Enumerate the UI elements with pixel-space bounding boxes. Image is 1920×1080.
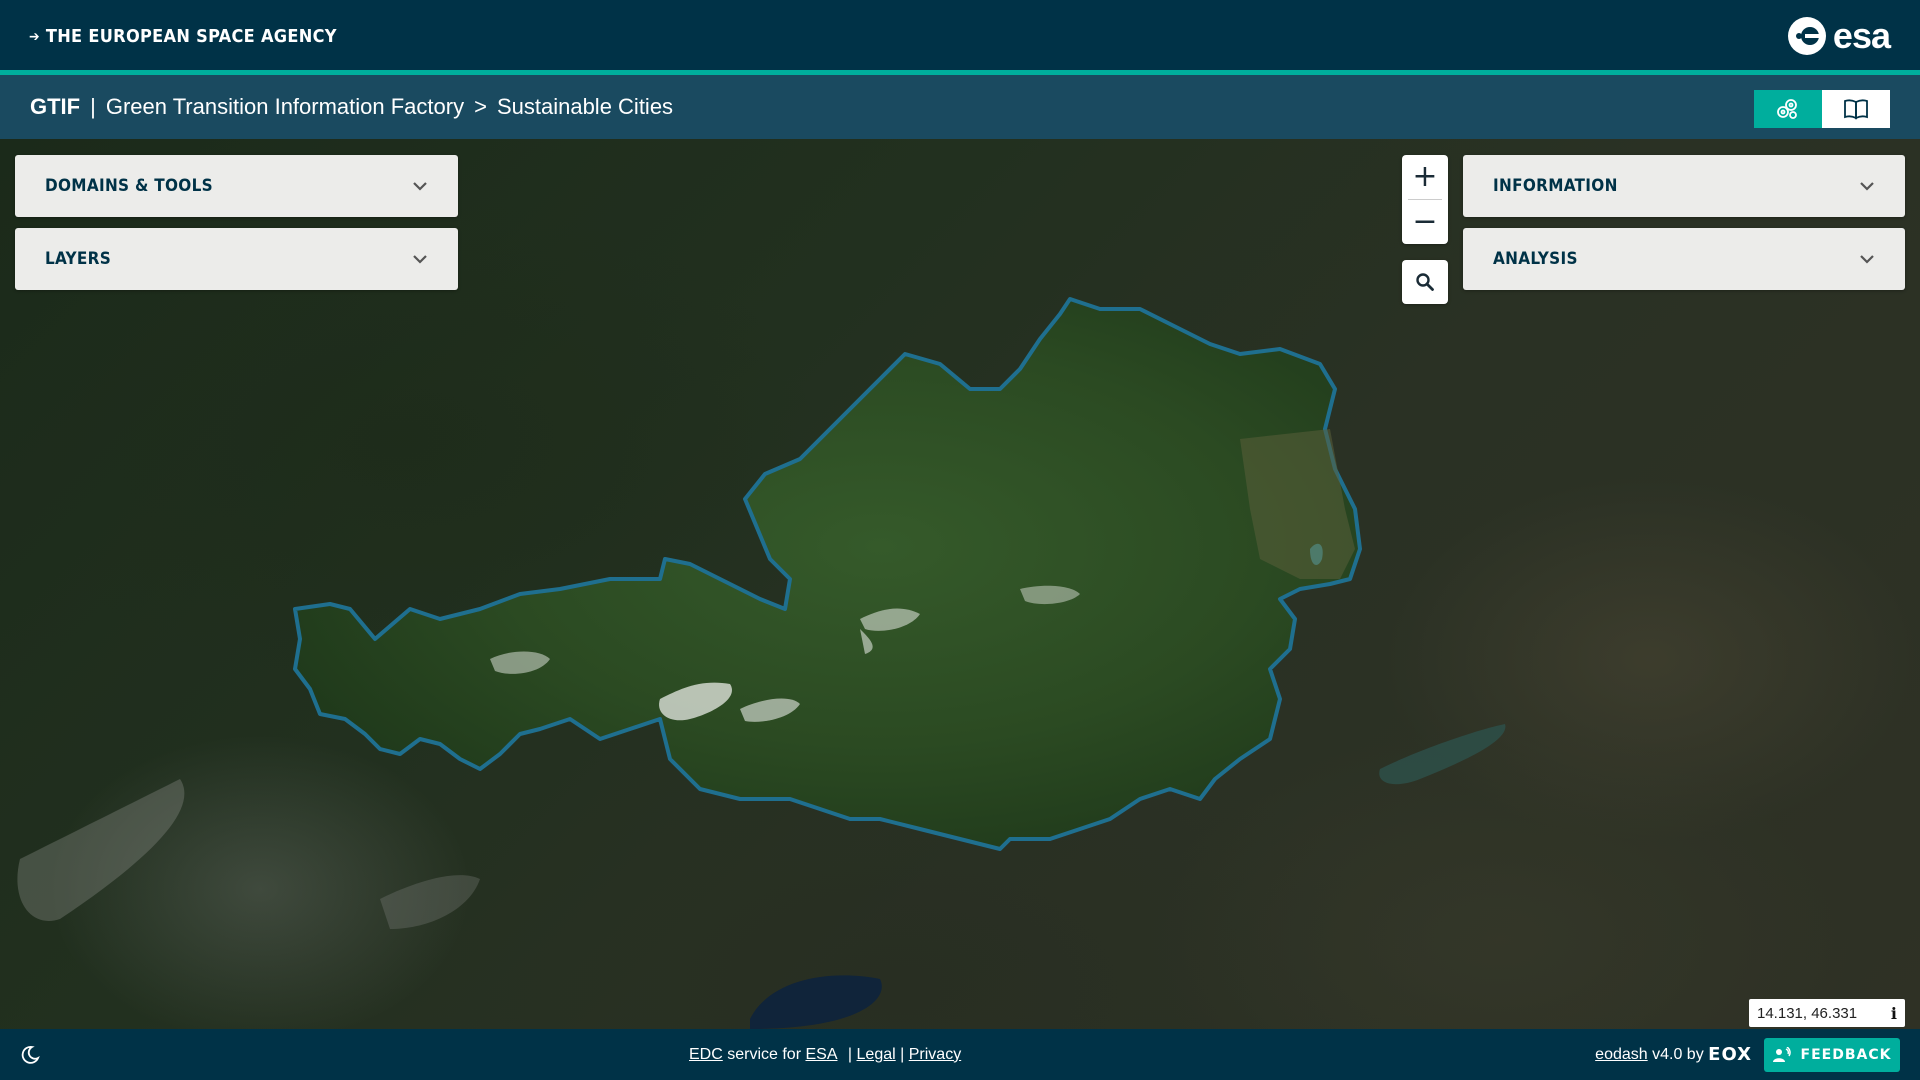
brand-separator: | xyxy=(90,94,96,119)
breadcrumb-current: Sustainable Cities xyxy=(496,94,674,119)
feedback-label: FEEDBACK xyxy=(1800,1046,1892,1063)
chevron-down-icon xyxy=(412,178,428,194)
analysis-panel[interactable]: ANALYSIS xyxy=(1463,228,1905,290)
breadcrumb: GTIF | Green Transition Information Fact… xyxy=(30,75,673,139)
analysis-title: ANALYSIS xyxy=(1493,249,1578,269)
layers-panel[interactable]: LAYERS xyxy=(15,228,458,290)
search-icon xyxy=(1416,273,1434,291)
layers-title: LAYERS xyxy=(45,249,112,269)
esa-home-link[interactable]: ➔ THE EUROPEAN SPACE AGENCY xyxy=(29,26,337,47)
information-title: INFORMATION xyxy=(1493,176,1618,196)
story-mode-button[interactable] xyxy=(1822,90,1890,128)
map-info-button[interactable]: i xyxy=(1891,1004,1897,1023)
domains-tools-panel[interactable]: DOMAINS & TOOLS xyxy=(15,155,458,217)
esa-link-label: THE EUROPEAN SPACE AGENCY xyxy=(45,26,337,47)
privacy-link[interactable]: Privacy xyxy=(909,1046,961,1064)
esa-link[interactable]: ESA xyxy=(805,1046,837,1064)
zoom-out-button[interactable]: − xyxy=(1402,200,1448,244)
coordinates-value: 14.131, 46.331 xyxy=(1757,1004,1858,1022)
footer: EDC service for ESA | Legal | Privacy eo… xyxy=(0,1029,1920,1080)
esa-wordmark: esa xyxy=(1832,15,1891,56)
footer-credits: eodash v4.0 by EOX FEEDBACK xyxy=(1595,1029,1900,1080)
brand-label[interactable]: GTIF xyxy=(30,94,80,120)
dark-mode-toggle-icon[interactable] xyxy=(20,1045,40,1065)
information-panel[interactable]: INFORMATION xyxy=(1463,155,1905,217)
esa-emblem-icon xyxy=(1787,17,1826,55)
app-title[interactable]: Green Transition Information Factory xyxy=(106,94,464,120)
crumb-separator: > xyxy=(474,94,487,119)
footer-pipe: | xyxy=(843,1045,857,1063)
mode-toggle xyxy=(1754,90,1890,128)
version-text: v4.0 by xyxy=(1647,1045,1709,1063)
esa-header: ➔ THE EUROPEAN SPACE AGENCY esa xyxy=(0,0,1920,75)
satellite-cells-icon xyxy=(1777,99,1797,119)
map-search-button[interactable] xyxy=(1402,260,1448,304)
feedback-person-icon xyxy=(1772,1046,1791,1062)
eox-logo[interactable]: EOX xyxy=(1708,1044,1752,1065)
chevron-down-icon xyxy=(1859,251,1875,267)
edc-link[interactable]: EDC xyxy=(689,1046,723,1064)
cursor-coordinates: 14.131, 46.331 i xyxy=(1749,999,1905,1027)
feedback-button[interactable]: FEEDBACK xyxy=(1764,1037,1900,1072)
eodash-link[interactable]: eodash xyxy=(1595,1046,1648,1064)
zoom-in-button[interactable]: + xyxy=(1402,155,1448,199)
domains-tools-title: DOMAINS & TOOLS xyxy=(45,176,213,196)
zoom-controls: + − xyxy=(1402,155,1448,244)
book-icon xyxy=(1844,99,1868,120)
esa-logo[interactable]: esa xyxy=(1787,15,1891,56)
chevron-down-icon xyxy=(412,251,428,267)
app-header: GTIF | Green Transition Information Fact… xyxy=(0,75,1920,139)
chevron-down-icon xyxy=(1859,178,1875,194)
service-for-text: service for xyxy=(722,1045,806,1063)
footer-pipe: | xyxy=(895,1045,909,1063)
arrow-right-icon: ➔ xyxy=(29,28,40,45)
legal-link[interactable]: Legal xyxy=(857,1046,896,1064)
explore-mode-button[interactable] xyxy=(1754,90,1822,128)
footer-links: EDC service for ESA | Legal | Privacy xyxy=(689,1029,961,1080)
